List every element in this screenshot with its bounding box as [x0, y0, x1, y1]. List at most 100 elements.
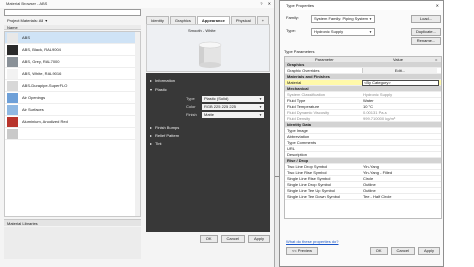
parameter-name: URL	[287, 146, 296, 151]
type-parameters-grid: Graphics Graphic Overrides Edit... Materi…	[284, 62, 442, 219]
section-information[interactable]: ▸ Information	[150, 78, 175, 83]
section-plastic[interactable]: ▾ Plastic	[150, 87, 167, 92]
material-swatch	[7, 80, 18, 91]
parameter-name: Graphic Overrides	[287, 68, 320, 73]
help-icon[interactable]: ?	[260, 1, 262, 6]
ok-button[interactable]: OK	[369, 247, 388, 255]
section-relief-pattern[interactable]: ▸ Relief Pattern	[150, 133, 179, 138]
group-label: Identity Data	[287, 122, 312, 127]
parameter-name: Single Line Rise Symbol	[287, 176, 331, 181]
list-item[interactable]: ABS, Black, RAL9004	[5, 44, 140, 56]
cancel-button[interactable]: Cancel	[220, 235, 245, 243]
parameter-value[interactable]: Yin-Yang	[363, 164, 379, 169]
project-materials-header[interactable]: Project Materials: All ▾	[4, 17, 141, 24]
group-label: Rise / Drop	[287, 158, 309, 163]
material-name: ABS-Durapipe-SuperFLO	[22, 83, 68, 88]
type-properties-footer: << Preview OK Cancel Apply	[286, 247, 440, 255]
help-link[interactable]: What do these properties do?	[286, 239, 338, 244]
plastic-finish-row: Finish Matte ▼	[186, 112, 266, 118]
group-label: Materials and Finishes	[287, 74, 330, 79]
expand-icon: ▸	[150, 133, 153, 138]
type-label: Type	[186, 96, 195, 101]
parameter-value[interactable]: Outline	[363, 182, 376, 187]
material-swatch	[7, 44, 18, 55]
list-item[interactable]	[5, 128, 140, 140]
finish-select[interactable]: Matte ▼	[202, 112, 264, 118]
list-item[interactable]: ABS-Durapipe-SuperFLO	[5, 80, 140, 92]
type-parameters-label: Type Parameters	[284, 49, 315, 54]
parameter-name: Description	[287, 152, 308, 157]
material-browser-footer: OK Cancel Apply	[146, 234, 270, 244]
expand-icon: ▸	[150, 141, 153, 146]
list-item[interactable]: ABS, White, RAL9016	[5, 68, 140, 80]
preview-button[interactable]: << Preview	[286, 247, 319, 255]
material-libraries-panel	[4, 227, 141, 259]
list-item[interactable]: Aluminium, Anodized Red	[5, 116, 140, 128]
section-finish-bumps[interactable]: ▸ Finish Bumps	[150, 125, 179, 130]
color-field[interactable]: RGB 225 225 225 ▼	[202, 104, 264, 110]
parameter-name: Abbreviation	[287, 134, 310, 139]
parameter-name: Fluid Dynamic Viscosity	[287, 110, 330, 115]
parameter-value: 0.00131 Pa-s	[363, 110, 387, 115]
ok-button[interactable]: OK	[199, 235, 218, 243]
list-item[interactable]: ABS	[5, 32, 140, 44]
parameter-value[interactable]: Water	[363, 98, 374, 103]
material-swatch	[7, 128, 18, 139]
window-controls: ? ✕	[256, 0, 271, 8]
parameter-name: Material	[287, 80, 302, 85]
parameter-name: System Classification	[287, 92, 326, 97]
parameter-value[interactable]: Yin-Yang - Filled	[363, 170, 392, 175]
material-swatch	[7, 32, 18, 43]
material-name: ABS, White, RAL9016	[22, 71, 62, 76]
parameter-value[interactable]: Circle	[363, 176, 373, 181]
material-name: Air Openings	[22, 95, 46, 100]
parameter-value: 999.710000 kg/m³	[363, 116, 396, 121]
type-select[interactable]: Hydronic Supply ▼	[311, 28, 375, 36]
chevron-down-icon: ▼	[369, 17, 372, 21]
list-item[interactable]: Air Surfaces	[5, 104, 140, 116]
chevron-down-icon: ▼	[369, 30, 372, 34]
list-item[interactable]: Air Openings	[5, 92, 140, 104]
finish-label: Finish	[186, 112, 197, 117]
project-materials-label: Project Materials: All	[7, 18, 44, 23]
apply-button[interactable]: Apply	[417, 247, 440, 255]
duplicate-button[interactable]: Duplicate...	[411, 28, 441, 36]
edit-button[interactable]: Edit...	[362, 68, 437, 73]
parameter-value[interactable]: 10 °C	[363, 104, 373, 109]
canvas-right-area	[445, 0, 474, 267]
plastic-color-row: Color RGB 225 225 225 ▼	[186, 104, 266, 110]
parameter-value: Hydronic Supply	[363, 92, 393, 97]
section-plastic-label: Plastic	[155, 87, 167, 92]
appearance-asset-name: Smooth - White	[188, 28, 216, 33]
search-input[interactable]	[4, 9, 141, 16]
material-list: ABS ABS, Black, RAL9004 ABS, Grey, RAL70…	[4, 31, 141, 217]
load-button[interactable]: Load...	[411, 15, 441, 23]
section-tint[interactable]: ▸ Tint	[150, 141, 162, 146]
close-icon[interactable]: ✕	[268, 1, 271, 6]
rename-button[interactable]: Rename...	[411, 37, 441, 45]
list-scrollbar[interactable]	[135, 32, 140, 216]
material-browser-title: Material Browser - ABS	[0, 0, 274, 8]
close-icon[interactable]: ✕	[436, 1, 439, 10]
apply-button[interactable]: Apply	[247, 235, 270, 243]
material-swatch	[7, 68, 18, 79]
name-column-header[interactable]: Name	[4, 25, 141, 30]
material-name: ABS, Black, RAL9004	[22, 47, 61, 52]
type-label: Type:	[286, 28, 296, 33]
parameter-name: Single Line Tee Up Symbol	[287, 188, 335, 193]
type-value: Hydronic Supply	[314, 29, 344, 34]
table-row[interactable]: Single Line Tee Down Symbol Tee - Half Ci…	[285, 194, 441, 200]
expand-icon: ▸	[150, 78, 153, 83]
family-select[interactable]: System Family: Piping System ▼	[311, 15, 375, 23]
parameter-value[interactable]: Tee - Half Circle	[363, 194, 391, 199]
type-select[interactable]: Plastic (Solid) ▼	[202, 96, 264, 102]
parameter-name: Type Comments	[287, 140, 317, 145]
chevron-down-icon[interactable]: ▾	[45, 17, 47, 24]
cancel-button[interactable]: Cancel	[390, 247, 415, 255]
material-swatch	[7, 104, 18, 115]
list-item[interactable]: ABS, Grey, RAL7000	[5, 56, 140, 68]
parameter-value[interactable]: Outline	[363, 188, 376, 193]
type-properties-title: Type Properties	[280, 1, 443, 10]
chevron-down-icon: ▼	[259, 105, 262, 109]
material-libraries-bar[interactable]: Material Libraries	[4, 219, 141, 226]
